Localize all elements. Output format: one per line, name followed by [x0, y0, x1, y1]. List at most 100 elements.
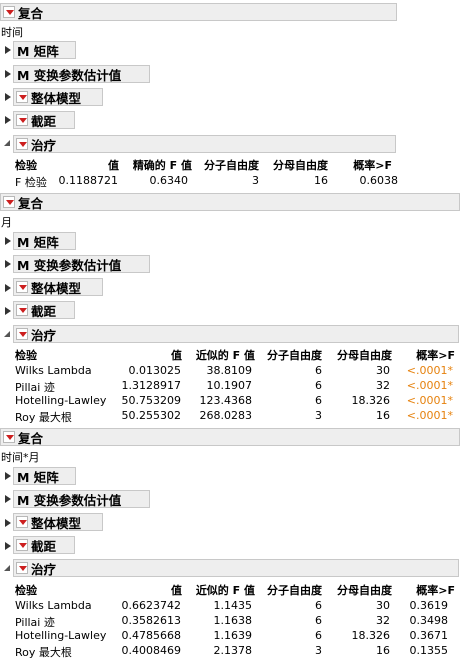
cell-prob: 0.3498 [409, 614, 449, 627]
outline-label: 截距 [31, 303, 57, 319]
cell-value: 0.1188721 [58, 174, 119, 187]
disclosure-closed-icon[interactable] [5, 495, 11, 503]
cell-value: 0.4008469 [121, 644, 182, 657]
disclosure-closed-icon[interactable] [5, 46, 11, 54]
cell-dendf: 16 [376, 644, 390, 657]
cell-test: Roy 最大根 [15, 646, 72, 659]
disclosure-closed-icon[interactable] [5, 93, 11, 101]
outline-label: 截距 [31, 113, 57, 129]
disclosure-closed-icon[interactable] [5, 116, 11, 124]
cell-test: Roy 最大根 [15, 411, 72, 424]
treatment-outline[interactable]: 治疗 [13, 135, 396, 153]
cell-test: Pillai 迹 [15, 381, 55, 394]
m-matrix-outline[interactable]: M 矩阵 [13, 467, 76, 485]
intercept-outline[interactable]: 截距 [13, 536, 75, 554]
cell-dendf: 30 [376, 599, 390, 612]
cell-test: Pillai 迹 [15, 616, 55, 629]
disclosure-closed-icon[interactable] [5, 284, 11, 292]
composite-header-1[interactable]: 复合 [0, 3, 397, 21]
cell-value: 0.4785668 [121, 629, 182, 642]
red-triangle-menu-icon[interactable] [16, 516, 28, 528]
cell-numdf: 6 [315, 379, 322, 392]
col-header-dendf: 分母自由度 [273, 159, 328, 172]
cell-prob: <.0001* [406, 409, 453, 422]
whole-model-outline[interactable]: 整体模型 [13, 278, 103, 296]
composite-header-3[interactable]: 复合 [0, 428, 460, 446]
red-triangle-menu-icon[interactable] [16, 114, 28, 126]
col-header-numdf: 分子自由度 [267, 584, 322, 597]
red-triangle-menu-icon[interactable] [16, 281, 28, 293]
red-triangle-menu-icon[interactable] [3, 6, 15, 18]
cell-f: 1.1435 [213, 599, 253, 612]
m-transform-estimates-outline[interactable]: M 变换参数估计值 [13, 255, 150, 273]
outline-label: 整体模型 [31, 280, 82, 296]
disclosure-closed-icon[interactable] [5, 542, 11, 550]
whole-model-outline[interactable]: 整体模型 [13, 513, 103, 531]
red-triangle-menu-icon[interactable] [16, 304, 28, 316]
cell-numdf: 3 [252, 174, 259, 187]
m-transform-estimates-outline[interactable]: M 变换参数估计值 [13, 65, 150, 83]
effect-label: 月 [1, 216, 12, 229]
disclosure-closed-icon[interactable] [5, 307, 11, 315]
red-triangle-menu-icon[interactable] [16, 138, 28, 150]
cell-prob: 0.6038 [359, 174, 399, 187]
outline-label: M 矩阵 [17, 43, 59, 59]
cell-dendf: 16 [314, 174, 328, 187]
cell-dendf: 32 [376, 614, 390, 627]
cell-value: 0.013025 [128, 364, 182, 377]
intercept-outline[interactable]: 截距 [13, 301, 75, 319]
outline-label: 截距 [31, 538, 57, 554]
disclosure-closed-icon[interactable] [5, 519, 11, 527]
col-header-dendf: 分母自由度 [337, 584, 392, 597]
disclosure-open-icon[interactable] [4, 140, 10, 146]
cell-value: 50.255302 [121, 409, 182, 422]
cell-value: 0.3582613 [121, 614, 182, 627]
cell-f: 10.1907 [206, 379, 253, 392]
col-header-numdf: 分子自由度 [267, 349, 322, 362]
m-transform-estimates-outline[interactable]: M 变换参数估计值 [13, 490, 150, 508]
red-triangle-menu-icon[interactable] [16, 91, 28, 103]
col-header-value: 值 [171, 349, 182, 362]
m-matrix-outline[interactable]: M 矩阵 [13, 232, 76, 250]
col-header-f: 精确的 F 值 [132, 159, 192, 172]
composite-title: 复合 [18, 195, 44, 211]
cell-dendf: 16 [376, 409, 390, 422]
outline-label: 整体模型 [31, 90, 82, 106]
cell-numdf: 3 [315, 409, 322, 422]
col-header-prob: 概率>F [353, 159, 392, 172]
cell-numdf: 6 [315, 364, 322, 377]
effect-label: 时间 [1, 26, 23, 39]
disclosure-open-icon[interactable] [4, 331, 10, 337]
composite-header-2[interactable]: 复合 [0, 193, 460, 211]
col-header-test: 检验 [15, 584, 37, 597]
cell-numdf: 3 [315, 644, 322, 657]
cell-prob: <.0001* [406, 379, 453, 392]
col-header-numdf: 分子自由度 [204, 159, 259, 172]
treatment-outline[interactable]: 治疗 [13, 325, 459, 343]
whole-model-outline[interactable]: 整体模型 [13, 88, 103, 106]
col-header-test: 检验 [15, 159, 37, 172]
disclosure-closed-icon[interactable] [5, 260, 11, 268]
red-triangle-menu-icon[interactable] [3, 196, 15, 208]
cell-value: 50.753209 [121, 394, 182, 407]
col-header-prob: 概率>F [416, 584, 455, 597]
cell-test: Wilks Lambda [15, 364, 92, 377]
red-triangle-menu-icon[interactable] [3, 431, 15, 443]
outline-label: 整体模型 [31, 515, 82, 531]
treatment-outline[interactable]: 治疗 [13, 559, 459, 577]
cell-numdf: 6 [315, 614, 322, 627]
col-header-dendf: 分母自由度 [337, 349, 392, 362]
cell-prob: 0.1355 [409, 644, 449, 657]
composite-title: 复合 [18, 430, 44, 446]
intercept-outline[interactable]: 截距 [13, 111, 75, 129]
disclosure-open-icon[interactable] [4, 565, 10, 571]
disclosure-closed-icon[interactable] [5, 70, 11, 78]
m-matrix-outline[interactable]: M 矩阵 [13, 41, 76, 59]
cell-test: Hotelling-Lawley [15, 629, 107, 642]
cell-dendf: 18.326 [351, 394, 391, 407]
disclosure-closed-icon[interactable] [5, 472, 11, 480]
red-triangle-menu-icon[interactable] [16, 562, 28, 574]
red-triangle-menu-icon[interactable] [16, 539, 28, 551]
red-triangle-menu-icon[interactable] [16, 328, 28, 340]
disclosure-closed-icon[interactable] [5, 237, 11, 245]
